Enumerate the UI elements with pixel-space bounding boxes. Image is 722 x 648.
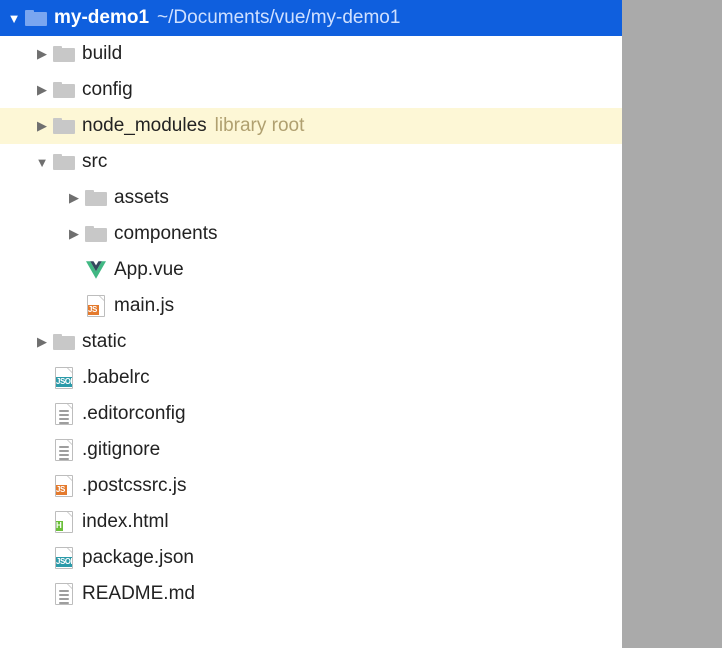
tree-item-label: App.vue bbox=[114, 259, 184, 281]
folder-icon bbox=[52, 78, 76, 102]
tree-row-build[interactable]: ▶ build bbox=[0, 36, 622, 72]
text-file-icon bbox=[52, 402, 76, 426]
tree-root-path: ~/Documents/vue/my-demo1 bbox=[157, 7, 400, 29]
folder-icon bbox=[52, 42, 76, 66]
json-file-icon: JSON bbox=[52, 366, 76, 390]
tree-item-label: static bbox=[82, 331, 126, 353]
folder-icon bbox=[84, 222, 108, 246]
tree-root-name: my-demo1 bbox=[54, 7, 149, 29]
tree-item-label: node_modules bbox=[82, 115, 207, 137]
folder-icon bbox=[52, 330, 76, 354]
tree-row-gitignore[interactable]: ▶.gitignore bbox=[0, 432, 622, 468]
tree-item-label: components bbox=[114, 223, 218, 245]
tree-row-app-vue[interactable]: ▶App.vue bbox=[0, 252, 622, 288]
tree-item-label: README.md bbox=[82, 583, 195, 605]
tree-row-main-js[interactable]: ▶JSmain.js bbox=[0, 288, 622, 324]
tree-item-label: main.js bbox=[114, 295, 174, 317]
tree-item-label: assets bbox=[114, 187, 169, 209]
tree-row-assets[interactable]: ▶ assets bbox=[0, 180, 622, 216]
chevron-right-icon[interactable]: ▶ bbox=[66, 190, 82, 206]
tree-row-babelrc[interactable]: ▶JSON.babelrc bbox=[0, 360, 622, 396]
tree-row-static[interactable]: ▶ static bbox=[0, 324, 622, 360]
js-file-icon: JS bbox=[52, 474, 76, 498]
text-file-icon bbox=[52, 582, 76, 606]
folder-icon bbox=[84, 186, 108, 210]
tree-item-label: .postcssrc.js bbox=[82, 475, 187, 497]
chevron-down-icon[interactable]: ▼ bbox=[6, 11, 22, 26]
tree-item-label: .editorconfig bbox=[82, 403, 186, 425]
folder-icon bbox=[52, 150, 76, 174]
js-file-icon: JS bbox=[84, 294, 108, 318]
tree-row-postcssrc[interactable]: ▶JS.postcssrc.js bbox=[0, 468, 622, 504]
vue-icon bbox=[84, 258, 108, 282]
chevron-right-icon[interactable]: ▶ bbox=[34, 46, 50, 62]
tree-root-row[interactable]: ▼ my-demo1 ~/Documents/vue/my-demo1 bbox=[0, 0, 622, 36]
chevron-right-icon[interactable]: ▶ bbox=[34, 82, 50, 98]
chevron-down-icon[interactable]: ▼ bbox=[34, 155, 50, 170]
tree-row-package-json[interactable]: ▶JSONpackage.json bbox=[0, 540, 622, 576]
tree-row-src[interactable]: ▼ src bbox=[0, 144, 622, 180]
tree-row-node_modules[interactable]: ▶ node_modules library root bbox=[0, 108, 622, 144]
chevron-right-icon[interactable]: ▶ bbox=[34, 334, 50, 350]
tree-item-label: index.html bbox=[82, 511, 169, 533]
tree-item-label: config bbox=[82, 79, 133, 101]
tree-item-annotation: library root bbox=[215, 115, 305, 137]
tree-item-label: build bbox=[82, 43, 122, 65]
tree-body: ▶ build ▶ config ▶ node_modules library root ▼ s… bbox=[0, 36, 622, 612]
chevron-right-icon[interactable]: ▶ bbox=[34, 118, 50, 134]
tree-row-components[interactable]: ▶ components bbox=[0, 216, 622, 252]
tree-item-label: package.json bbox=[82, 547, 194, 569]
project-tree-panel: ▼ my-demo1 ~/Documents/vue/my-demo1 ▶ bui… bbox=[0, 0, 622, 648]
tree-item-label: .gitignore bbox=[82, 439, 160, 461]
html-file-icon: H bbox=[52, 510, 76, 534]
text-file-icon bbox=[52, 438, 76, 462]
tree-row-readme[interactable]: ▶README.md bbox=[0, 576, 622, 612]
chevron-right-icon[interactable]: ▶ bbox=[66, 226, 82, 242]
json-file-icon: JSON bbox=[52, 546, 76, 570]
tree-item-label: .babelrc bbox=[82, 367, 150, 389]
tree-item-label: src bbox=[82, 151, 107, 173]
tree-row-editorconfig[interactable]: ▶.editorconfig bbox=[0, 396, 622, 432]
tree-row-config[interactable]: ▶ config bbox=[0, 72, 622, 108]
folder-icon bbox=[52, 114, 76, 138]
folder-icon bbox=[24, 6, 48, 30]
tree-row-index-html[interactable]: ▶Hindex.html bbox=[0, 504, 622, 540]
